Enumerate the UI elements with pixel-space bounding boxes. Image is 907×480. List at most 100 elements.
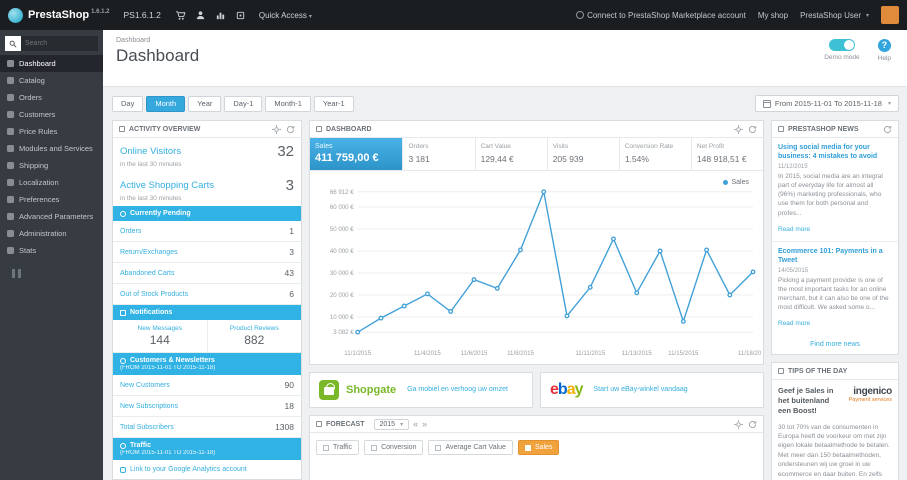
page-header: Dashboard Dashboard Demo mode Help [103,30,907,87]
my-shop-link[interactable]: My shop [758,11,788,20]
quick-access-menu[interactable]: Quick Access [259,11,312,20]
demo-mode-label: Demo mode [824,54,860,61]
active-carts-value: 3 [285,177,294,194]
cart-icon[interactable] [175,10,186,21]
gear-icon[interactable] [734,124,743,134]
sidebar-item-preferences[interactable]: Preferences [0,191,103,208]
wrench-icon [7,213,14,220]
stats-icon[interactable] [215,10,226,21]
traffic-header: Traffic (FROM 2015-11-01 TO 2015-11-18) [113,438,301,460]
forecast-conversion-toggle[interactable]: Conversion [364,440,424,455]
new-subscriptions-row[interactable]: New Subscriptions 18 [113,396,301,417]
search-input[interactable] [21,36,98,51]
activity-overview-panel: ACTIVITY OVERVIEW Online Visitors 32 in t… [112,120,302,480]
forecast-avg-cart-toggle[interactable]: Average Cart Value [428,440,513,455]
kpi-sales[interactable]: Sales 411 759,00 € [310,138,404,170]
tag-icon [7,128,14,135]
person-icon [120,357,126,364]
refresh-icon[interactable] [286,125,295,134]
filter-day-1-button[interactable]: Day-1 [224,95,263,112]
forecast-year-select[interactable]: 2015 [373,418,410,430]
globe-icon [120,442,126,449]
breadcrumb[interactable]: Dashboard [116,30,907,44]
google-analytics-link[interactable]: Link to your Google Analytics account [113,460,301,479]
sidebar-item-stats[interactable]: Stats [0,242,103,259]
user-avatar[interactable] [881,6,899,24]
sidebar-item-catalog[interactable]: Catalog [0,72,103,89]
kpi-visits[interactable]: Visits 205 939 [548,138,620,170]
filter-year-1-button[interactable]: Year-1 [313,95,354,112]
prestashop-logo-icon[interactable] [8,7,23,23]
filter-month-1-button[interactable]: Month-1 [265,95,311,112]
sidebar-item-localization[interactable]: Localization [0,174,103,191]
ebay-cta-link[interactable]: Start uw eBay-winkel vandaag [594,386,688,395]
new-messages-stat[interactable]: New Messages 144 [113,320,207,352]
gear-icon[interactable] [272,124,281,134]
abandoned-carts-row[interactable]: Abandoned Carts 43 [113,263,301,284]
active-carts-stat[interactable]: Active Shopping Carts 3 in the last 30 mi… [113,172,301,206]
kpi-conversion-rate[interactable]: Conversion Rate 1.54% [620,138,692,170]
news-article-title[interactable]: Using social media for your business: 4 … [778,143,892,161]
pending-returns-row[interactable]: Return/Exchanges 3 [113,242,301,263]
collapse-sidebar-icon[interactable] [0,259,103,288]
news-article: Using social media for your business: 4 … [772,138,898,242]
user-menu[interactable]: PrestaShop User [800,11,869,20]
sidebar-item-price-rules[interactable]: Price Rules [0,123,103,140]
shopgate-cta-link[interactable]: Ga mobiel en verhoog uw omzet [407,386,508,395]
forecast-sales-toggle[interactable]: Sales [517,440,560,455]
previous-year-icon[interactable]: « [413,419,418,429]
forecast-icon [316,421,322,427]
sidebar-item-shipping[interactable]: Shipping [0,157,103,174]
kpi-orders[interactable]: Orders 3 181 [403,138,476,170]
modules-icon[interactable] [235,10,246,21]
pending-orders-row[interactable]: Orders 1 [113,221,301,242]
customers-icon[interactable] [195,10,206,21]
refresh-icon[interactable] [883,125,892,134]
bell-icon [120,309,126,316]
total-subscribers-row[interactable]: Total Subscribers 1308 [113,417,301,438]
shopgate-module-banner[interactable]: Shopgate Ga mobiel en verhoog uw omzet [309,372,533,408]
customers-newsletters-header: Customers & Newsletters (FROM 2015-11-01… [113,353,301,375]
find-more-news-link[interactable]: Find more news [772,335,898,354]
forecast-traffic-toggle[interactable]: Traffic [316,440,360,455]
checkbox-icon [323,444,329,451]
svg-text:11/18/2015: 11/18/2015 [738,350,761,357]
forecast-legend: Traffic Conversion Average Cart Value Sa… [310,433,763,462]
sliders-icon [7,196,14,203]
kpi-net-profit[interactable]: Net Profit 148 918,51 € [692,138,763,170]
marketplace-connect-link[interactable]: Connect to PrestaShop Marketplace accoun… [576,11,746,20]
ebay-module-banner[interactable]: ebay Start uw eBay-winkel vandaag [540,372,764,408]
filter-day-button[interactable]: Day [112,95,144,112]
sales-chart: Sales 66 912 € 60 000 € 50 000 € 40 000 € 30… [310,171,769,364]
online-visitors-stat[interactable]: Online Visitors 32 in the last 30 minutes [113,138,301,172]
kpi-cart-value[interactable]: Cart Value 129,44 € [476,138,548,170]
read-more-link[interactable]: Read more [778,320,810,327]
product-reviews-stat[interactable]: Product Reviews 882 [206,320,302,352]
date-range-picker[interactable]: From 2015-11-01 To 2015-11-18 [754,95,899,112]
news-article-title[interactable]: Ecommerce 101: Payments in a Tweet [778,247,892,265]
filter-year-button[interactable]: Year [188,95,222,112]
svg-text:11/13/2015: 11/13/2015 [622,350,653,357]
shop-name[interactable]: PS1.6.1.2 [124,10,161,20]
sidebar-item-advanced-parameters[interactable]: Advanced Parameters [0,208,103,225]
refresh-icon[interactable] [748,420,757,429]
search-button[interactable] [5,36,21,51]
out-of-stock-row[interactable]: Out of Stock Products 6 [113,284,301,305]
content: Day Month Year Day-1 Month-1 Year-1 From… [103,87,907,480]
sidebar-item-dashboard[interactable]: Dashboard [0,55,103,72]
checkbox-icon [435,444,442,451]
sidebar-item-modules[interactable]: Modules and Services [0,140,103,157]
refresh-icon[interactable] [748,125,757,134]
help-icon[interactable] [877,39,891,52]
chart-legend[interactable]: Sales [723,179,749,186]
filter-month-button[interactable]: Month [146,95,186,112]
next-year-icon[interactable]: » [422,419,427,429]
sidebar-item-customers[interactable]: Customers [0,106,103,123]
sidebar-item-orders[interactable]: Orders [0,89,103,106]
gear-icon[interactable] [734,419,743,429]
sidebar-item-administration[interactable]: Administration [0,225,103,242]
brand-name: PrestaShop 1.6.1.2 [28,9,110,21]
read-more-link[interactable]: Read more [778,226,810,233]
demo-mode-toggle[interactable] [828,39,855,51]
new-customers-row[interactable]: New Customers 90 [113,375,301,396]
